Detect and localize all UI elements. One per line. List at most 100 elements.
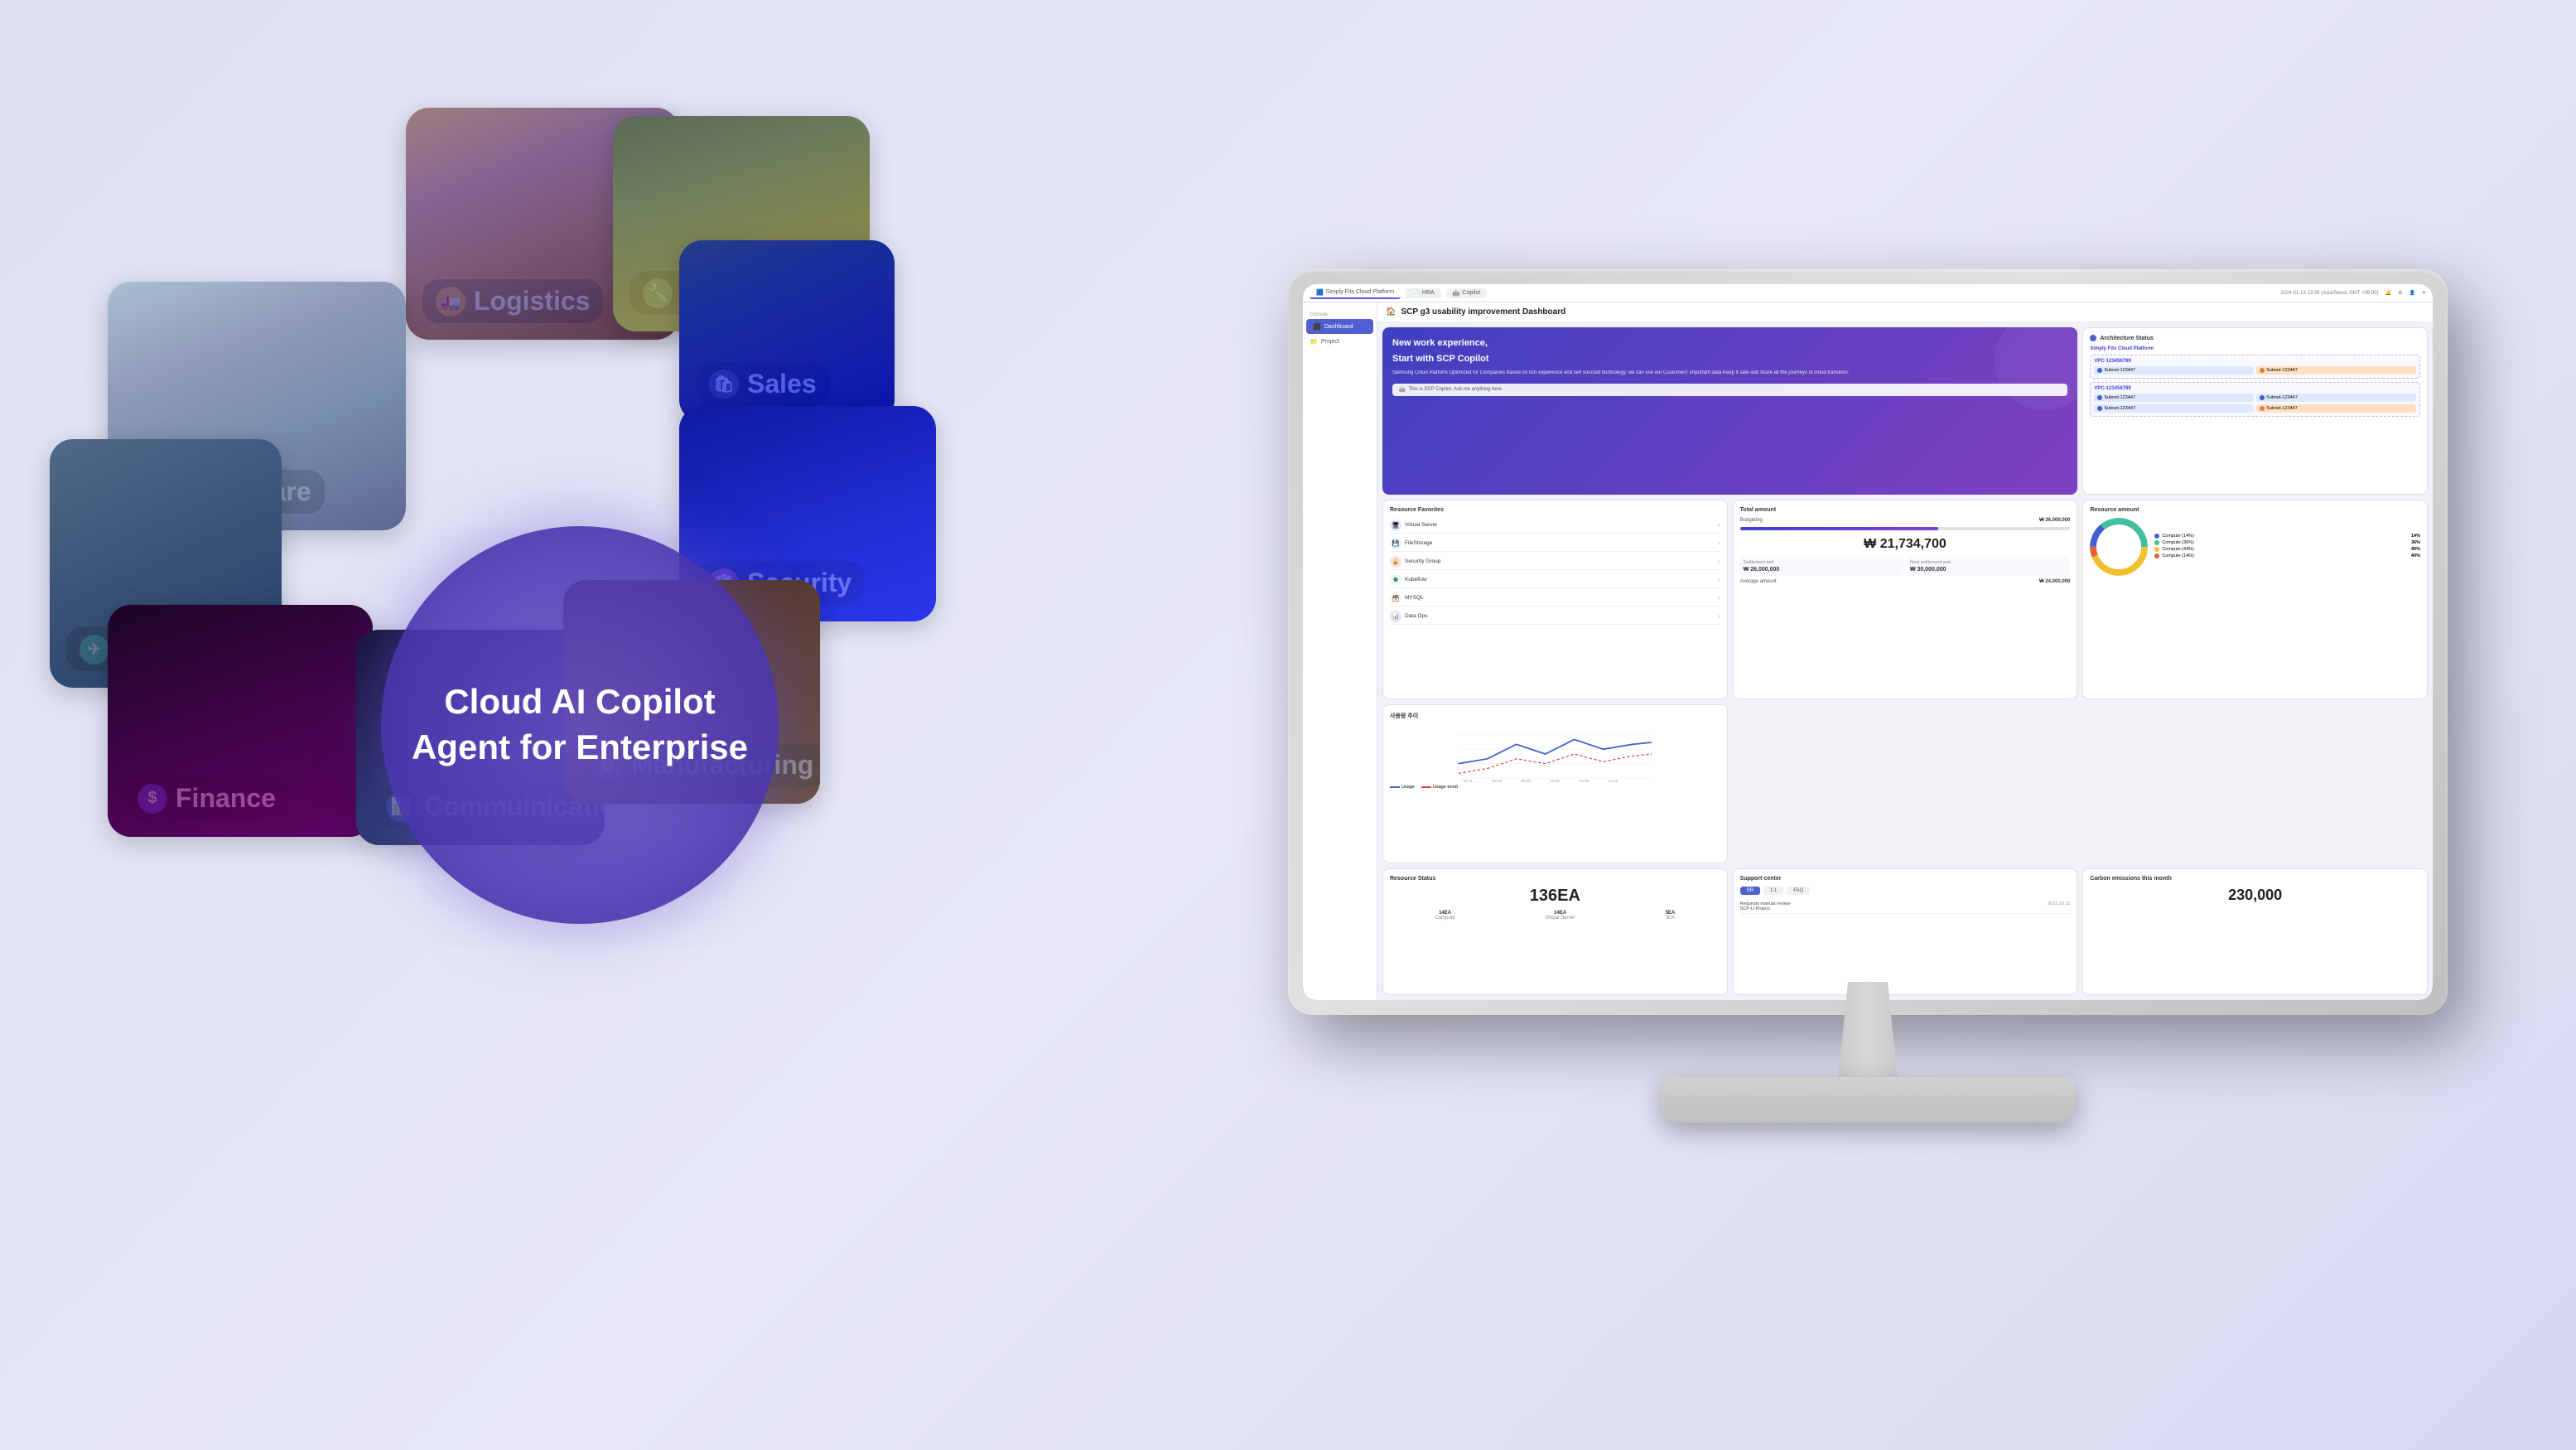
hero-title-line1: New work experience, bbox=[1392, 337, 2067, 350]
sidebar-item-project[interactable]: 📁 Project bbox=[1303, 334, 1377, 349]
chart-legend: Usage Usage trend bbox=[1390, 785, 1720, 790]
legend-label-0: Compute (14%) bbox=[2162, 534, 2194, 539]
copilot-prompt-icon: 🤖 bbox=[1399, 387, 1405, 393]
main-layout: Console ⬛ Dashboard 📁 Project bbox=[1303, 302, 2433, 1000]
resource-item-security-group[interactable]: 🔒 Security Group › bbox=[1390, 554, 1720, 570]
dataops-icon: 📊 bbox=[1390, 611, 1401, 622]
subnet-item-1: Subnet-123447 bbox=[2094, 366, 2254, 375]
next-settlement-val: ₩ 30,000,000 bbox=[1910, 567, 2067, 573]
tab-app-name[interactable]: 🟦 Simply Fits Cloud Platform bbox=[1310, 288, 1401, 299]
tab-copilot[interactable]: 🤖 Copilot bbox=[1446, 288, 1488, 298]
big-amount: ₩ 21,734,700 bbox=[1740, 537, 2071, 552]
legend-dot-1 bbox=[2154, 540, 2159, 545]
resource-amount-panel: Resource amount bbox=[2082, 500, 2428, 699]
legend-list: Compute (14%) 14% Compute (36%) 36% bbox=[2154, 534, 2420, 560]
resource-item-mysql[interactable]: 🗃 MYSQL › bbox=[1390, 591, 1720, 607]
compute-label: Compute bbox=[1435, 916, 1454, 921]
resource-item-dataops[interactable]: 📊 Data Ops › bbox=[1390, 609, 1720, 625]
support-tab-sr[interactable]: SR bbox=[1740, 887, 1760, 895]
close-icon[interactable]: ✕ bbox=[2422, 290, 2426, 296]
datetime-label: 2024-01-13 13:35 (Asia/Seoul, GMT +09:00… bbox=[2280, 291, 2378, 296]
usage-trend-line-icon bbox=[1421, 786, 1431, 788]
hra-label: HRA bbox=[1422, 290, 1435, 296]
home-icon: 🏠 bbox=[1386, 307, 1396, 317]
legend-pct-0: 14% bbox=[2411, 534, 2420, 539]
status-col-compute: 14EA Compute bbox=[1435, 911, 1454, 921]
svg-text:09.25: 09.25 bbox=[1521, 778, 1531, 782]
legend-pct-1: 36% bbox=[2411, 540, 2420, 545]
subnet-dot-5 bbox=[2097, 406, 2102, 411]
hra-icon: 📄 bbox=[1412, 290, 1420, 297]
tab-hra[interactable]: 📄 HRA bbox=[1406, 288, 1441, 298]
resource-status-title: Resource Status bbox=[1390, 876, 1720, 882]
support-center-title: Support center bbox=[1740, 876, 2071, 882]
center-title-line1: Cloud AI Copilot bbox=[412, 679, 748, 725]
support-tab-faq[interactable]: FAQ bbox=[1787, 887, 1810, 895]
subnet-dot-3 bbox=[2097, 395, 2102, 400]
legend-item-3: Compute (14%) 40% bbox=[2154, 553, 2420, 558]
arrow-icon-4: › bbox=[1718, 594, 1720, 602]
settings-icon[interactable]: ⚙ bbox=[2398, 290, 2402, 296]
status-col-virtual-server: 14EA Virtual Server bbox=[1546, 911, 1575, 921]
amount-list: Budgeting ₩ 36,000,000 bbox=[1740, 518, 2071, 532]
budgeting-label: Budgeting bbox=[1740, 518, 1763, 523]
mysql-icon: 🗃 bbox=[1390, 592, 1401, 604]
support-item-date: 2022.10.11 bbox=[2048, 901, 2070, 911]
status-breakdown: 14EA Compute 14EA Virtual Server bbox=[1390, 911, 1720, 921]
industry-card-sales[interactable]: 🛍 Sales bbox=[679, 240, 895, 423]
support-tab-1to1[interactable]: 1:1 bbox=[1763, 887, 1783, 895]
vpc-block-1: VPC-123456789 Subnet-123447 bbox=[2090, 355, 2420, 379]
svg-text:09.18: 09.18 bbox=[1492, 778, 1502, 782]
arrow-icon-0: › bbox=[1718, 521, 1720, 529]
monitor-wrapper: 🟦 Simply Fits Cloud Platform 📄 HRA 🤖 Co bbox=[1288, 269, 2448, 1181]
vpc-block-2: VPC-123456789 Subnet-123447 bbox=[2090, 382, 2420, 417]
line-chart: 09.11 09.18 09.25 10.02 10.09 10.16 bbox=[1390, 725, 1720, 783]
hero-input-placeholder: This is SCP Copilot. Ask me anything her… bbox=[1408, 387, 1503, 392]
arrow-icon-1: › bbox=[1718, 539, 1720, 547]
subnet-label-4: Subnet-123447 bbox=[2266, 395, 2298, 400]
content-header: 🏠 SCP g3 usability improvement Dashboard bbox=[1377, 302, 2433, 322]
settlement-label: Settlement amt bbox=[1744, 560, 1900, 565]
filestorage-label: FileStorage bbox=[1405, 540, 1715, 546]
subnet-grid-1: Subnet-123447 Subnet-123447 bbox=[2094, 366, 2416, 375]
hero-input[interactable]: 🤖 This is SCP Copilot. Ask me anything h… bbox=[1392, 384, 2067, 396]
subnet-label-3: Subnet-123447 bbox=[2104, 395, 2135, 400]
average-label: Average amount bbox=[1740, 579, 1777, 584]
sidebar-item-dashboard[interactable]: ⬛ Dashboard bbox=[1306, 319, 1373, 334]
svg-text:09.11: 09.11 bbox=[1463, 778, 1473, 782]
legend-pct-3: 40% bbox=[2411, 553, 2420, 558]
carbon-value: 230,000 bbox=[2090, 887, 2420, 904]
support-tabs: SR 1:1 FAQ bbox=[1740, 887, 2071, 895]
subnet-dot-6 bbox=[2260, 406, 2265, 411]
industry-card-finance[interactable]: $ Finance bbox=[108, 605, 373, 837]
left-section: 🚛 Logistics 🔧 Engineering ➕ Healthcare 🛍… bbox=[0, 0, 1160, 1450]
user-icon[interactable]: 👤 bbox=[2409, 290, 2414, 296]
center-circle: Cloud AI Copilot Agent for Enterprise bbox=[381, 526, 779, 924]
settlement-val: ₩ 26,000,000 bbox=[1744, 567, 1900, 573]
resource-item-virtual-server[interactable]: 🖥 Virtual Server › bbox=[1390, 518, 1720, 534]
next-settlement-box: Next settlement amt ₩ 30,000,000 bbox=[1907, 557, 2070, 576]
virtual-server-status-label: Virtual Server bbox=[1546, 916, 1575, 921]
arch-status-dot bbox=[2090, 335, 2096, 341]
subnet-dot-1 bbox=[2097, 368, 2102, 373]
hero-title-line2: Start with SCP Copilot bbox=[1392, 353, 2067, 365]
app-logo-icon: 🟦 bbox=[1316, 289, 1324, 296]
legend-dot-3 bbox=[2154, 553, 2159, 558]
svg-text:10.16: 10.16 bbox=[1608, 778, 1618, 782]
legend-dot-0 bbox=[2154, 534, 2159, 539]
monitor-base bbox=[1661, 1077, 2075, 1123]
subnet-grid-2: Subnet-123447 Subnet-123447 bbox=[2094, 394, 2416, 413]
project-icon: 📁 bbox=[1310, 337, 1318, 346]
resource-item-filestorage[interactable]: 💾 FileStorage › bbox=[1390, 536, 1720, 552]
bell-icon[interactable]: 🔔 bbox=[2385, 290, 2391, 296]
resource-item-kubeflow[interactable]: ☸ Kubeflow › bbox=[1390, 573, 1720, 588]
hero-desc: Samsung Cloud Platform Optimized for Com… bbox=[1392, 370, 2067, 377]
budgeting-val: ₩ 36,000,000 bbox=[2039, 518, 2070, 523]
copilot-label: Copilot bbox=[1462, 290, 1480, 296]
monitor-bezel: 🟦 Simply Fits Cloud Platform 📄 HRA 🤖 Co bbox=[1303, 284, 2433, 1000]
usage-line-icon bbox=[1390, 786, 1400, 788]
usage-label: Usage bbox=[1401, 785, 1415, 790]
support-item-text: Requests manual review- SCP-IJ Project bbox=[1740, 901, 1792, 911]
vpc-id-1: VPC-123456789 bbox=[2094, 359, 2416, 364]
status-col-other: 5EA 5EA bbox=[1666, 911, 1676, 921]
